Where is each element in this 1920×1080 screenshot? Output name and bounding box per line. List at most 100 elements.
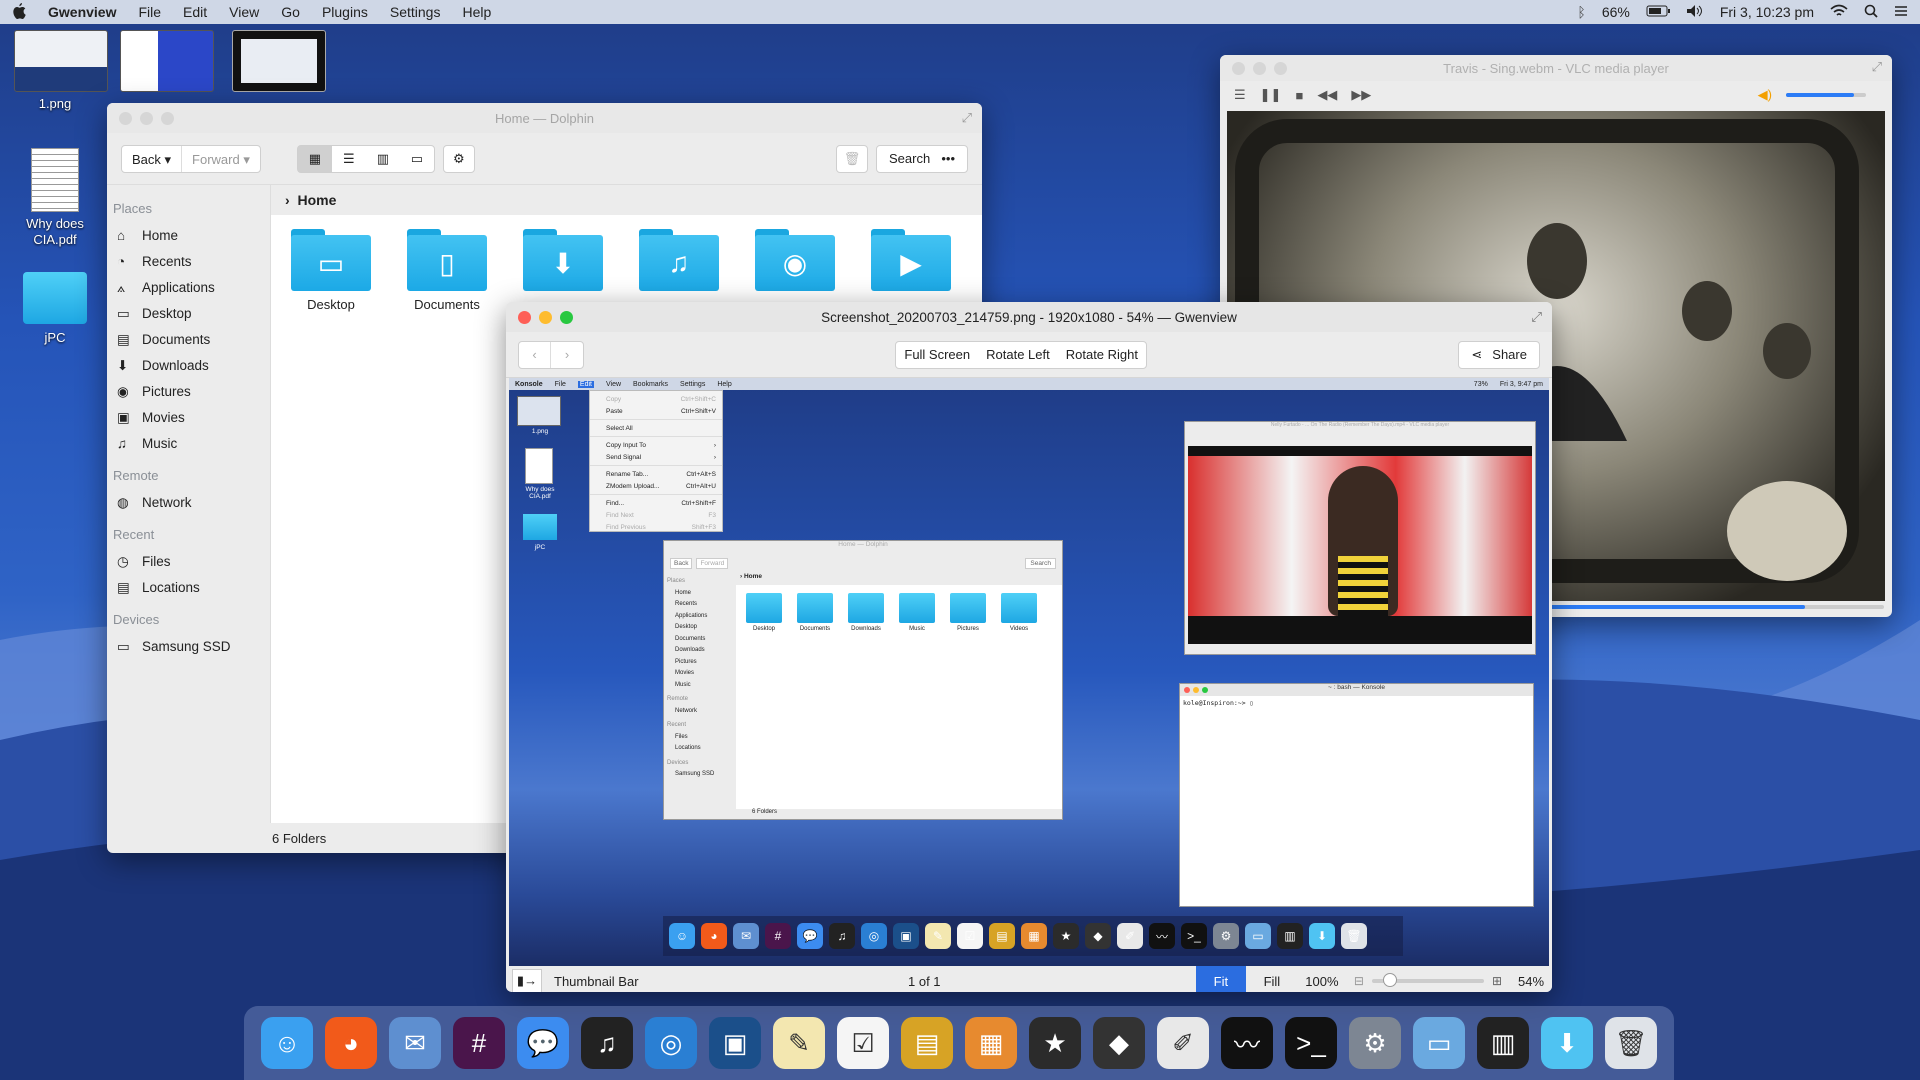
sidebar-item-documents[interactable]: ▤ Documents (107, 326, 270, 352)
rotate-left-button[interactable]: Rotate Left (978, 347, 1058, 362)
desktop-icon-image[interactable]: 1.png (10, 96, 100, 111)
sidebar-item-downloads[interactable]: ⬇ Downloads (107, 352, 270, 378)
downloads-icon[interactable]: ⬇ (1541, 1017, 1593, 1069)
fast-forward-icon[interactable]: ▶▶ (1351, 87, 1371, 103)
presentation-icon[interactable]: ▤ (901, 1017, 953, 1069)
breadcrumb-home[interactable]: Home (297, 192, 336, 208)
maximize-icon[interactable]: ⤢ (1531, 309, 1542, 325)
zoom-button[interactable] (560, 311, 573, 324)
bluetooth-icon[interactable]: ᛒ (1577, 4, 1585, 20)
slack-icon[interactable]: # (453, 1017, 505, 1069)
full-screen-button[interactable]: Full Screen (896, 347, 978, 362)
playlist-icon[interactable]: ☰ (1234, 87, 1246, 103)
apple-icon[interactable] (12, 2, 26, 22)
sidebar-item-files[interactable]: ◷ Files (107, 548, 270, 574)
calculator-icon[interactable]: ▦ (965, 1017, 1017, 1069)
window-thumbnail[interactable] (14, 30, 108, 92)
system-monitor-icon[interactable]: 〰 (1221, 1017, 1273, 1069)
sidebar-item-samsung-ssd[interactable]: ▭ Samsung SSD (107, 633, 270, 659)
sidebar-item-recents[interactable]: ◔ Recents (107, 248, 270, 274)
dolphin-titlebar[interactable]: Home — Dolphin ⤢ (107, 103, 982, 133)
menu-list-icon[interactable] (1894, 4, 1908, 20)
image-capture-icon[interactable]: ▭ (1413, 1017, 1465, 1069)
menu-view[interactable]: View (229, 4, 259, 20)
maximize-icon[interactable]: ⤢ (962, 110, 972, 126)
menu-edit[interactable]: Edit (183, 4, 207, 20)
minimize-button[interactable] (539, 311, 552, 324)
maximize-icon[interactable]: ⤢ (1872, 59, 1882, 75)
monitor-icon[interactable]: ▣ (709, 1017, 761, 1069)
mail-icon[interactable]: ✉ (389, 1017, 441, 1069)
finder-icon[interactable]: ☺ (261, 1017, 313, 1069)
close-button[interactable] (1232, 62, 1245, 75)
close-button[interactable] (119, 112, 132, 125)
folder-item[interactable]: ▶ (871, 229, 951, 312)
battery-icon[interactable] (1646, 4, 1670, 20)
gallery-view-icon[interactable]: ▭ (400, 146, 434, 172)
vlc-titlebar[interactable]: Travis - Sing.webm - VLC media player ⤢ (1220, 55, 1892, 81)
stop-icon[interactable]: ■ (1295, 88, 1303, 103)
gwenview-titlebar[interactable]: Screenshot_20200703_214759.png - 1920x10… (506, 302, 1552, 332)
rotate-right-button[interactable]: Rotate Right (1058, 347, 1146, 362)
breadcrumb[interactable]: › Home (271, 185, 982, 215)
search-icon[interactable] (1864, 4, 1878, 21)
sidebar-item-pictures[interactable]: ◉ Pictures (107, 378, 270, 404)
volume-slider[interactable] (1786, 93, 1866, 97)
folder-item[interactable]: ⬇ (523, 229, 603, 312)
trash-icon[interactable]: 🗑 (1605, 1017, 1657, 1069)
gear-icon[interactable]: ⚙ (442, 144, 475, 173)
menu-plugins[interactable]: Plugins (322, 4, 368, 20)
window-thumbnail[interactable] (120, 30, 214, 92)
clock[interactable]: Fri 3, 10:23 pm (1720, 4, 1814, 20)
notes-icon[interactable]: ✎ (773, 1017, 825, 1069)
sidebar-item-music[interactable]: ♫ Music (107, 430, 270, 456)
wifi-icon[interactable] (1830, 4, 1848, 21)
image-viewport[interactable]: Konsole File Edit View Bookmarks Setting… (509, 378, 1549, 966)
sidebar-item-applications[interactable]: ⟑ Applications (107, 274, 270, 300)
sidebar-item-locations[interactable]: ▤ Locations (107, 574, 270, 600)
minimize-button[interactable] (1253, 62, 1266, 75)
menu-help[interactable]: Help (462, 4, 491, 20)
search-button[interactable]: Search ••• (876, 144, 968, 173)
zoom-button[interactable] (161, 112, 174, 125)
pause-icon[interactable]: ❚❚ (1260, 87, 1282, 103)
menu-settings[interactable]: Settings (390, 4, 441, 20)
zoom-in-icon[interactable]: ⊞ (1492, 974, 1502, 988)
kde-apps-icon[interactable]: ▥ (1477, 1017, 1529, 1069)
zoom-100-button[interactable]: 100% (1298, 974, 1346, 989)
desktop-icon-pdf[interactable]: Why does CIA.pdf (10, 148, 100, 248)
trash-button-icon[interactable]: 🗑 (836, 144, 868, 173)
folder-item[interactable]: ◉ (755, 229, 835, 312)
settings-icon[interactable]: ⚙ (1349, 1017, 1401, 1069)
next-icon[interactable]: › (551, 342, 583, 368)
music-icon[interactable]: ♫ (581, 1017, 633, 1069)
more-icon[interactable]: ••• (941, 151, 955, 166)
zoom-slider[interactable] (1371, 973, 1484, 987)
sidebar-item-network[interactable]: ◍ Network (107, 489, 270, 515)
thumbnail-bar-button[interactable]: Thumbnail Bar (554, 974, 639, 989)
firefox-icon[interactable]: ◕ (325, 1017, 377, 1069)
share-button[interactable]: ⋖ Share (1458, 340, 1540, 369)
folder-item[interactable]: ▭ Desktop (291, 229, 371, 312)
alfred-icon[interactable]: ◆ (1093, 1017, 1145, 1069)
forward-button[interactable]: Forward ▾ (182, 146, 260, 172)
menu-app-name[interactable]: Gwenview (48, 4, 116, 20)
menu-go[interactable]: Go (281, 4, 300, 20)
volume-icon[interactable] (1686, 4, 1704, 21)
folder-item[interactable]: ▯ Documents (407, 229, 487, 312)
desktop-icon-folder[interactable]: jPC (10, 272, 100, 345)
sidebar-item-home[interactable]: ⌂ Home (107, 222, 270, 248)
fit-button[interactable]: Fit (1195, 966, 1246, 992)
sidebar-item-movies[interactable]: ▣ Movies (107, 404, 270, 430)
zoom-button[interactable] (1274, 62, 1287, 75)
icons-view-icon[interactable]: ▦ (297, 145, 332, 172)
toggle-sidebar-icon[interactable]: ▮→ (512, 969, 542, 992)
browser-icon[interactable]: ◎ (645, 1017, 697, 1069)
menu-file[interactable]: File (138, 4, 161, 20)
imovie-icon[interactable]: ★ (1029, 1017, 1081, 1069)
messages-icon[interactable]: 💬 (517, 1017, 569, 1069)
sidebar-item-desktop[interactable]: ▭ Desktop (107, 300, 270, 326)
list-view-icon[interactable]: ☰ (332, 146, 366, 172)
previous-icon[interactable]: ‹ (519, 341, 551, 368)
terminal-icon[interactable]: >_ (1285, 1017, 1337, 1069)
